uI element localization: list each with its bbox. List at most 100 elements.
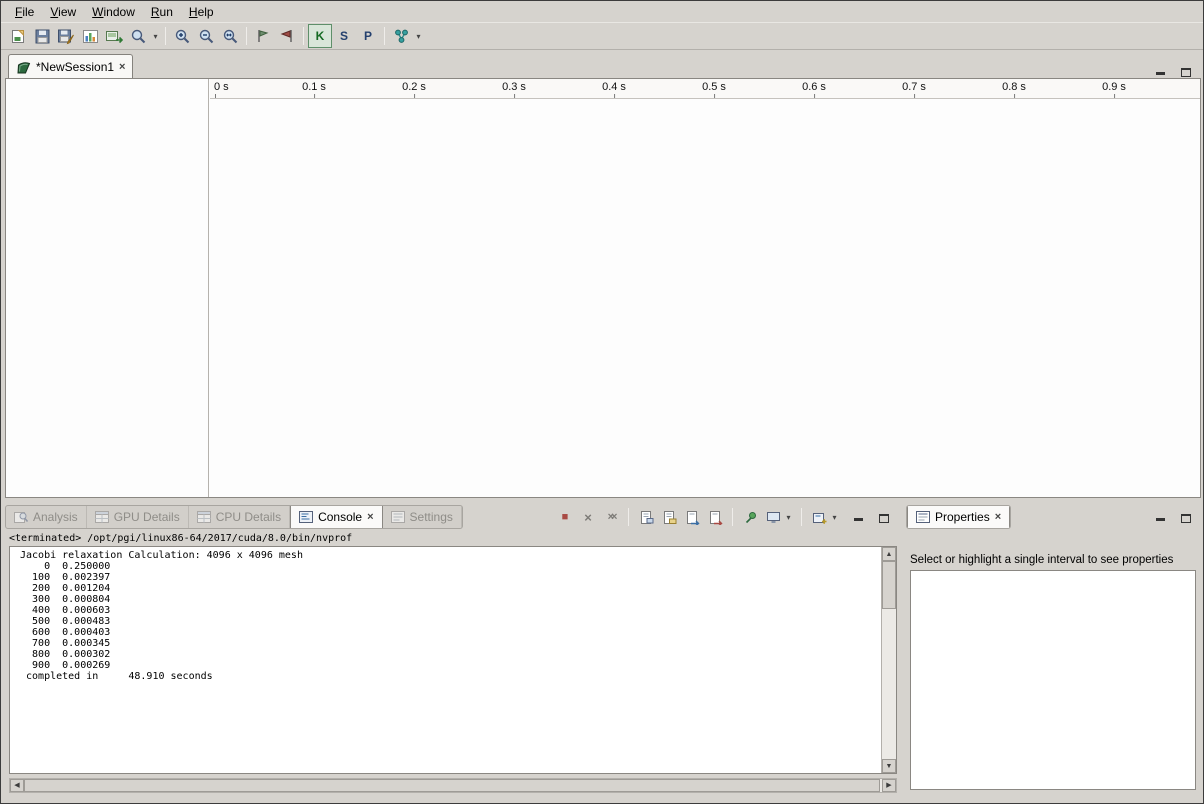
minimize-editor-button[interactable] <box>1151 63 1169 79</box>
zoom-out-button[interactable] <box>194 24 218 48</box>
scroll-down-icon[interactable]: ▼ <box>882 759 896 773</box>
editor-view: *NewSession1 × 0 s 0.1 s 0.2 s 0.3 s 0.4… <box>5 53 1201 498</box>
tab-new-session[interactable]: *NewSession1 × <box>8 54 133 79</box>
show-console-on-output-button[interactable] <box>682 507 702 527</box>
save-session-button[interactable] <box>30 24 54 48</box>
bar-chart-icon <box>82 28 99 45</box>
clear-console-button[interactable] <box>636 507 656 527</box>
timeline-canvas[interactable] <box>210 99 1200 497</box>
save-session-as-button[interactable] <box>54 24 78 48</box>
cpu-details-tab-icon <box>197 511 211 523</box>
console-vertical-scrollbar[interactable]: ▲ ▼ <box>881 547 896 773</box>
tab-label: CPU Details <box>216 510 281 524</box>
next-marker-button[interactable] <box>275 24 299 48</box>
editor-tab-label: *NewSession1 <box>36 60 114 74</box>
open-console-dropdown-icon[interactable]: ▾ <box>829 513 840 522</box>
zoom-fit-button[interactable] <box>218 24 242 48</box>
timeline-area: 0 s 0.1 s 0.2 s 0.3 s 0.4 s 0.5 s 0.6 s … <box>5 78 1201 498</box>
display-selected-console-button[interactable] <box>763 507 783 527</box>
properties-content-area <box>910 570 1196 790</box>
zoom-fit-icon <box>222 28 239 45</box>
run-analysis-button[interactable] <box>389 24 413 48</box>
tab-console[interactable]: Console × <box>290 506 382 528</box>
console-output-text: Jacobi relaxation Calculation: 4096 x 40… <box>10 547 896 682</box>
settings-tab-icon <box>391 511 405 523</box>
zoom-out-icon <box>198 28 215 45</box>
zoom-in-button[interactable] <box>170 24 194 48</box>
tab-label: Analysis <box>33 510 78 524</box>
main-toolbar: ▾ <box>1 23 1203 50</box>
gpu-details-tab-icon <box>95 511 109 523</box>
inspect-tool-button[interactable] <box>126 24 150 48</box>
previous-marker-button[interactable] <box>251 24 275 48</box>
remove-launch-button[interactable]: × <box>578 507 598 527</box>
close-tab-icon[interactable]: × <box>119 62 125 72</box>
ruler-tick: 0.7 s <box>902 81 926 93</box>
profile-application-button[interactable] <box>78 24 102 48</box>
open-console-icon <box>812 510 827 525</box>
menu-window[interactable]: Window <box>84 2 143 22</box>
maximize-icon <box>1181 68 1191 77</box>
console-toolbar-separator <box>732 508 733 526</box>
scroll-lock-button[interactable] <box>659 507 679 527</box>
show-console-on-error-button[interactable] <box>705 507 725 527</box>
properties-view-buttons <box>1151 509 1201 525</box>
scroll-left-icon[interactable]: ◀ <box>10 779 24 792</box>
show-console-on-output-icon <box>685 510 700 525</box>
run-analysis-dropdown-icon[interactable]: ▾ <box>413 32 424 41</box>
vertical-scroll-thumb[interactable] <box>882 561 896 609</box>
close-tab-icon[interactable]: × <box>367 512 373 522</box>
maximize-console-button[interactable] <box>875 509 893 525</box>
console-view: Analysis GPU Details <box>5 504 901 794</box>
pin-console-button[interactable] <box>740 507 760 527</box>
process-timeline-toggle-button[interactable]: P <box>356 24 380 48</box>
export-session-button[interactable] <box>102 24 126 48</box>
ruler-tick: 0.3 s <box>502 81 526 93</box>
ruler-tick: 0.1 s <box>302 81 326 93</box>
horizontal-scroll-thumb[interactable] <box>24 779 880 792</box>
show-console-on-error-icon <box>708 510 723 525</box>
console-horizontal-scrollbar[interactable]: ◀ ▶ <box>9 778 897 793</box>
minimize-properties-button[interactable] <box>1151 509 1169 525</box>
menu-run[interactable]: Run <box>143 2 181 22</box>
ruler-tick: 0.5 s <box>702 81 726 93</box>
menu-view[interactable]: View <box>42 2 84 22</box>
inspect-tool-dropdown-icon[interactable]: ▾ <box>150 32 161 41</box>
kernel-timeline-toggle-button[interactable]: K <box>308 24 332 48</box>
tab-properties[interactable]: Properties × <box>907 506 1010 528</box>
tab-cpu-details[interactable]: CPU Details <box>189 506 290 528</box>
ruler-tick: 0.6 s <box>802 81 826 93</box>
export-icon <box>105 28 123 45</box>
minimize-icon <box>1156 518 1165 521</box>
tab-settings[interactable]: Settings <box>383 506 462 528</box>
ruler-tick: 0.4 s <box>602 81 626 93</box>
tab-label: Settings <box>410 510 453 524</box>
close-tab-icon[interactable]: × <box>995 512 1001 522</box>
remove-all-terminated-button[interactable]: ×× <box>601 507 621 527</box>
properties-message: Select or highlight a single interval to… <box>910 554 1195 566</box>
console-status-line: <terminated> /opt/pgi/linux86-64/2017/cu… <box>9 533 352 544</box>
display-console-icon <box>766 510 781 525</box>
menu-file[interactable]: File <box>7 2 42 22</box>
scroll-right-icon[interactable]: ▶ <box>882 779 896 792</box>
stream-timeline-toggle-button[interactable]: S <box>332 24 356 48</box>
maximize-properties-button[interactable] <box>1177 509 1195 525</box>
ruler-tick: 0.9 s <box>1102 81 1126 93</box>
tab-gpu-details[interactable]: GPU Details <box>87 506 189 528</box>
open-console-button[interactable] <box>809 507 829 527</box>
terminate-button[interactable]: ■ <box>555 507 575 527</box>
editor-tab-row: *NewSession1 × <box>5 53 1201 79</box>
magnifier-icon <box>130 28 147 45</box>
timeline-row-labels-pane[interactable] <box>6 79 209 497</box>
minimize-console-button[interactable] <box>849 509 867 525</box>
tab-analysis[interactable]: Analysis <box>6 506 87 528</box>
terminate-icon: ■ <box>562 512 569 523</box>
scroll-up-icon[interactable]: ▲ <box>882 547 896 561</box>
new-session-button[interactable] <box>6 24 30 48</box>
menu-help[interactable]: Help <box>181 2 222 22</box>
tab-label: Properties <box>935 510 990 524</box>
console-output-area[interactable]: Jacobi relaxation Calculation: 4096 x 40… <box>9 546 897 774</box>
save-icon <box>34 28 51 45</box>
maximize-editor-button[interactable] <box>1177 63 1195 79</box>
display-console-dropdown-icon[interactable]: ▾ <box>783 513 794 522</box>
